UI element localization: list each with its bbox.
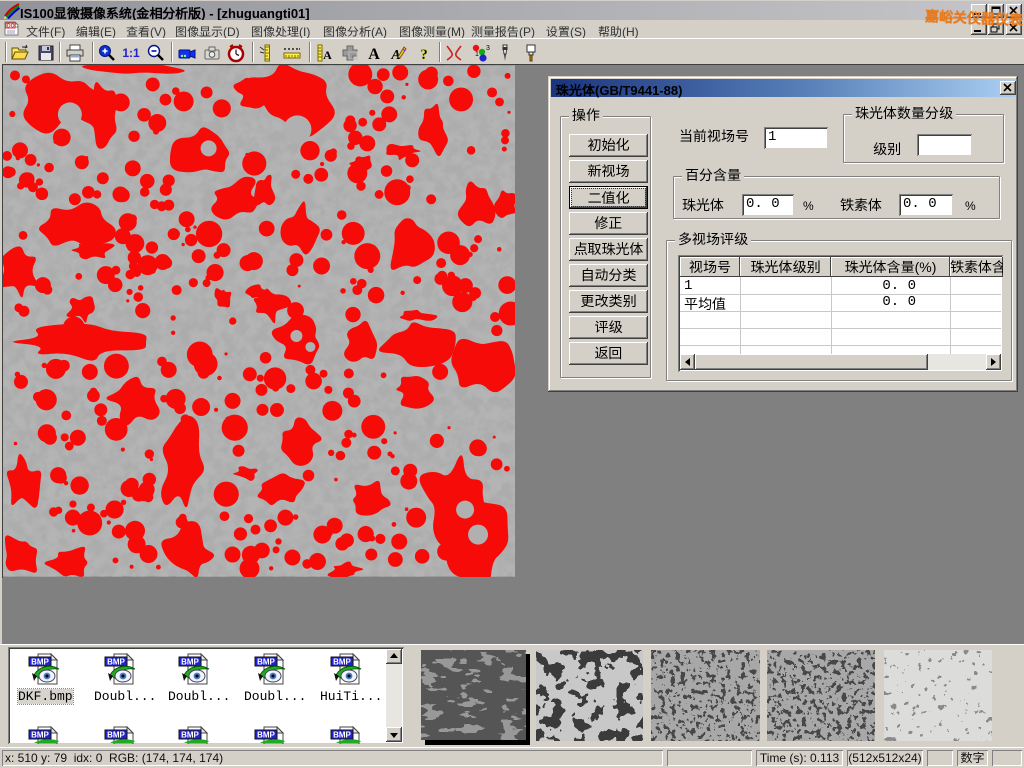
- svg-text:BMP: BMP: [257, 658, 275, 667]
- svg-text:BMP: BMP: [107, 731, 125, 740]
- svg-text:BMP: BMP: [31, 658, 49, 667]
- svg-text:BMP: BMP: [107, 658, 125, 667]
- svg-text:DOC: DOC: [7, 24, 19, 30]
- svg-text:BMP: BMP: [333, 731, 351, 740]
- svg-text:3: 3: [486, 45, 490, 52]
- svg-text:BMP: BMP: [31, 731, 49, 740]
- svg-text:?: ?: [420, 47, 428, 63]
- svg-text:1:1: 1:1: [122, 46, 140, 60]
- svg-text:BMP: BMP: [333, 658, 351, 667]
- svg-text:1: 1: [475, 51, 479, 58]
- svg-text:A: A: [368, 46, 380, 63]
- svg-text:BMP: BMP: [181, 658, 199, 667]
- svg-text:BMP: BMP: [257, 731, 275, 740]
- svg-text:BMP: BMP: [181, 731, 199, 740]
- svg-text:A: A: [323, 48, 332, 62]
